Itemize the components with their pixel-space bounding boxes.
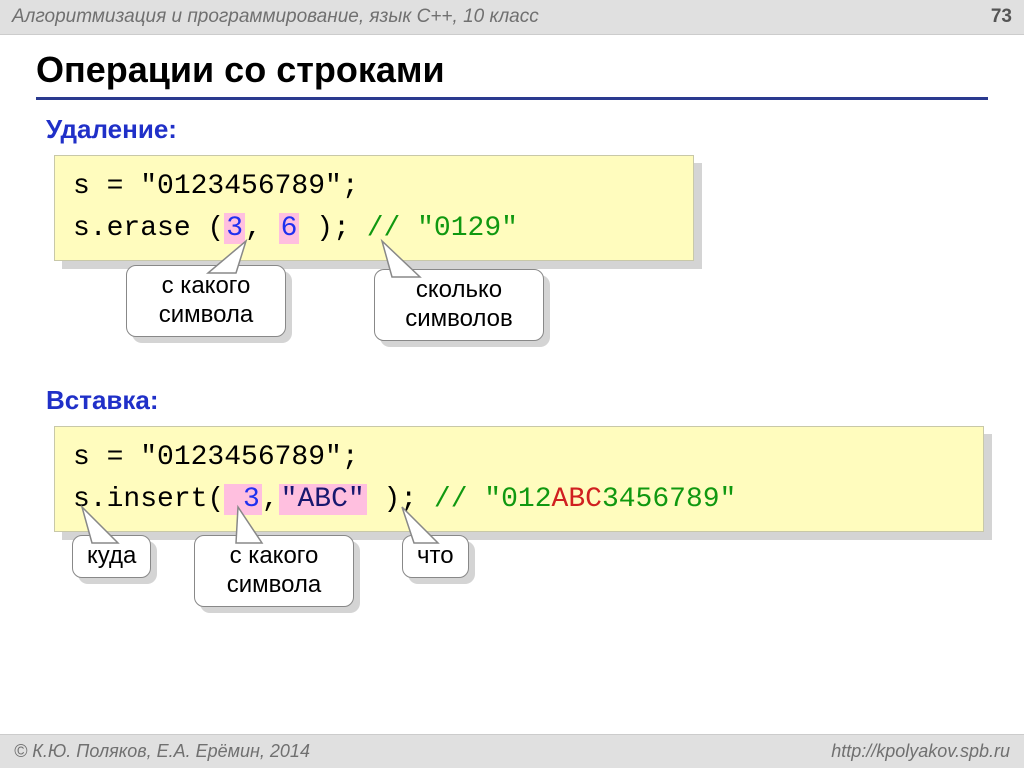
code-block-erase: s = "0123456789"; s.erase (3, 6 ); // "0… (54, 155, 694, 261)
callout-how-many: сколько символов (374, 269, 544, 341)
callout-where: куда (72, 535, 151, 578)
code-line-2: s.erase (3, 6 ); // "0129" (73, 208, 675, 250)
page-number: 73 (991, 6, 1012, 28)
code-line-4: s.insert( 3,"ABC" ); // "012ABC3456789" (73, 479, 965, 521)
section-heading-insert: Вставка: (46, 385, 988, 416)
code-line-1: s = "0123456789"; (73, 166, 675, 208)
callout-from-which-char-1: с какого символа (126, 265, 286, 337)
callout-from-which-char-2: с какого символа (194, 535, 354, 607)
page-title: Операции со строками (36, 49, 988, 100)
code-block-insert: s = "0123456789"; s.insert( 3,"ABC" ); /… (54, 426, 984, 532)
slide-content: Операции со строками Удаление: s = "0123… (0, 35, 1024, 532)
footer-bar: © К.Ю. Поляков, Е.А. Ерёмин, 2014 http:/… (0, 734, 1024, 768)
footer-url: http://kpolyakov.spb.ru (831, 741, 1010, 762)
header-bar: Алгоритмизация и программирование, язык … (0, 0, 1024, 35)
code-line-3: s = "0123456789"; (73, 437, 965, 479)
callout-what: что (402, 535, 469, 578)
course-label: Алгоритмизация и программирование, язык … (12, 6, 539, 28)
section-heading-delete: Удаление: (46, 114, 988, 145)
footer-authors: © К.Ю. Поляков, Е.А. Ерёмин, 2014 (14, 741, 310, 762)
